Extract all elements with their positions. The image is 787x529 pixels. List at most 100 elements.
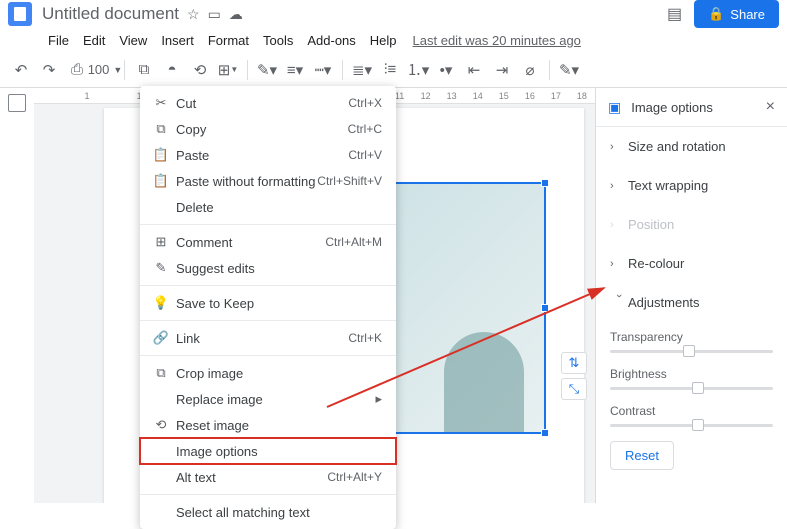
chevron-down-icon: › bbox=[613, 294, 625, 312]
section-label: Adjustments bbox=[628, 295, 700, 310]
indent-increase-button[interactable]: ⇥ bbox=[489, 56, 515, 84]
outline-toggle-icon[interactable] bbox=[8, 94, 26, 112]
paste-plain-icon: 📋 bbox=[150, 173, 172, 189]
menu-edit[interactable]: Edit bbox=[77, 31, 111, 50]
reset-icon: ⟲ bbox=[150, 417, 172, 433]
brightness-label: Brightness bbox=[610, 367, 773, 381]
keep-icon: 💡 bbox=[150, 295, 172, 311]
contrast-label: Contrast bbox=[610, 404, 773, 418]
submenu-arrow-icon: ▸ bbox=[375, 391, 382, 407]
editing-mode-button[interactable]: ✎▾ bbox=[556, 56, 582, 84]
star-icon[interactable]: ☆ bbox=[187, 6, 200, 23]
cm-copy[interactable]: ⧉CopyCtrl+C bbox=[140, 116, 396, 142]
section-label: Size and rotation bbox=[628, 139, 726, 154]
menu-bar: File Edit View Insert Format Tools Add-o… bbox=[0, 28, 787, 52]
close-panel-icon[interactable]: × bbox=[766, 98, 775, 116]
comment-icon: ⊞ bbox=[150, 234, 172, 250]
section-label: Position bbox=[628, 217, 674, 232]
cm-crop-image[interactable]: ⧉Crop image bbox=[140, 360, 396, 386]
title-bar: Untitled document ☆ ▭ ☁ ▤ 🔒 Share bbox=[0, 0, 787, 28]
cm-paste-without-formatting[interactable]: 📋Paste without formattingCtrl+Shift+V bbox=[140, 168, 396, 194]
zoom-select[interactable]: 100▼ bbox=[92, 56, 118, 84]
menu-insert[interactable]: Insert bbox=[155, 31, 200, 50]
undo-button[interactable]: ↶ bbox=[8, 56, 34, 84]
menu-help[interactable]: Help bbox=[364, 31, 403, 50]
border-weight-button[interactable]: ≡▾ bbox=[282, 56, 308, 84]
transparency-label: Transparency bbox=[610, 330, 773, 344]
print-button[interactable]: ⎙ bbox=[64, 56, 90, 84]
wrap-break-button[interactable]: ⤡ bbox=[561, 378, 587, 400]
indent-decrease-button[interactable]: ⇤ bbox=[461, 56, 487, 84]
adjustments-body: Transparency Brightness Contrast Reset bbox=[596, 322, 787, 482]
bulleted-list-button[interactable]: •▾ bbox=[433, 56, 459, 84]
cm-replace-image[interactable]: Replace image▸ bbox=[140, 386, 396, 412]
cm-alt-text[interactable]: Alt textCtrl+Alt+Y bbox=[140, 464, 396, 490]
replace-image-button[interactable]: ⊞▼ bbox=[215, 56, 241, 84]
image-icon: ▣ bbox=[608, 99, 621, 116]
cm-comment[interactable]: ⊞CommentCtrl+Alt+M bbox=[140, 229, 396, 255]
menu-file[interactable]: File bbox=[42, 31, 75, 50]
section-label: Text wrapping bbox=[628, 178, 708, 193]
menu-tools[interactable]: Tools bbox=[257, 31, 299, 50]
chevron-right-icon: › bbox=[610, 141, 628, 153]
slider-thumb[interactable] bbox=[692, 419, 704, 431]
section-recolour[interactable]: › Re-colour bbox=[596, 244, 787, 283]
context-menu: ✂CutCtrl+X ⧉CopyCtrl+C 📋PasteCtrl+V 📋Pas… bbox=[140, 86, 396, 529]
toolbar: ↶ ↷ ⎙ 100▼ ⧉ ◓ ⟲ ⊞▼ ✎▾ ≡▾ ┉▾ ≣▾ ⫶≡ ⒈▾ •▾… bbox=[0, 52, 787, 88]
menu-view[interactable]: View bbox=[113, 31, 153, 50]
cm-link[interactable]: 🔗LinkCtrl+K bbox=[140, 325, 396, 351]
move-icon[interactable]: ▭ bbox=[208, 6, 221, 23]
brightness-slider[interactable] bbox=[610, 387, 773, 390]
section-text-wrapping[interactable]: › Text wrapping bbox=[596, 166, 787, 205]
resize-handle-se[interactable] bbox=[541, 429, 549, 437]
border-dash-button[interactable]: ┉▾ bbox=[310, 56, 336, 84]
reset-adjustments-button[interactable]: Reset bbox=[610, 441, 674, 470]
resize-handle-e[interactable] bbox=[541, 304, 549, 312]
share-button-label: Share bbox=[730, 7, 765, 22]
image-mask-button[interactable]: ◓ bbox=[159, 56, 185, 84]
panel-title: Image options bbox=[631, 100, 713, 115]
numbered-list-button[interactable]: ⒈▾ bbox=[405, 56, 431, 84]
open-comments-icon[interactable]: ▤ bbox=[667, 4, 682, 24]
menu-addons[interactable]: Add-ons bbox=[301, 31, 361, 50]
reset-image-button[interactable]: ⟲ bbox=[187, 56, 213, 84]
section-label: Re-colour bbox=[628, 256, 684, 271]
chevron-right-icon: › bbox=[610, 258, 628, 270]
outline-rail bbox=[0, 88, 34, 503]
contrast-slider[interactable] bbox=[610, 424, 773, 427]
chevron-right-icon: › bbox=[610, 219, 628, 231]
cm-save-to-keep[interactable]: 💡Save to Keep bbox=[140, 290, 396, 316]
share-button[interactable]: 🔒 Share bbox=[694, 0, 779, 28]
docs-logo-icon[interactable] bbox=[8, 2, 32, 26]
section-size-rotation[interactable]: › Size and rotation bbox=[596, 127, 787, 166]
image-options-panel: ▣ Image options × › Size and rotation › … bbox=[595, 88, 787, 503]
last-edit-link[interactable]: Last edit was 20 minutes ago bbox=[413, 33, 581, 48]
copy-icon: ⧉ bbox=[150, 121, 172, 137]
panel-header: ▣ Image options × bbox=[596, 88, 787, 127]
cm-reset-image[interactable]: ⟲Reset image bbox=[140, 412, 396, 438]
slider-thumb[interactable] bbox=[692, 382, 704, 394]
border-color-button[interactable]: ✎▾ bbox=[254, 56, 280, 84]
chevron-right-icon: › bbox=[610, 180, 628, 192]
section-adjustments[interactable]: › Adjustments bbox=[596, 283, 787, 322]
cm-image-options[interactable]: Image options bbox=[140, 438, 396, 464]
transparency-slider[interactable] bbox=[610, 350, 773, 353]
line-spacing-button[interactable]: ⫶≡ bbox=[377, 56, 403, 84]
link-icon: 🔗 bbox=[150, 330, 172, 346]
menu-format[interactable]: Format bbox=[202, 31, 255, 50]
cm-delete[interactable]: Delete bbox=[140, 194, 396, 220]
wrap-inline-button[interactable]: ⇅ bbox=[561, 352, 587, 374]
crop-tool-button[interactable]: ⧉ bbox=[131, 56, 157, 84]
slider-thumb[interactable] bbox=[683, 345, 695, 357]
cm-suggest-edits[interactable]: ✎Suggest edits bbox=[140, 255, 396, 281]
redo-button[interactable]: ↷ bbox=[36, 56, 62, 84]
clear-formatting-button[interactable]: ⌀ bbox=[517, 56, 543, 84]
cut-icon: ✂ bbox=[150, 95, 172, 111]
paste-icon: 📋 bbox=[150, 147, 172, 163]
align-button[interactable]: ≣▾ bbox=[349, 56, 375, 84]
resize-handle-ne[interactable] bbox=[541, 179, 549, 187]
cm-cut[interactable]: ✂CutCtrl+X bbox=[140, 90, 396, 116]
cm-paste[interactable]: 📋PasteCtrl+V bbox=[140, 142, 396, 168]
document-title[interactable]: Untitled document bbox=[42, 4, 179, 24]
cloud-icon[interactable]: ☁ bbox=[229, 6, 243, 23]
